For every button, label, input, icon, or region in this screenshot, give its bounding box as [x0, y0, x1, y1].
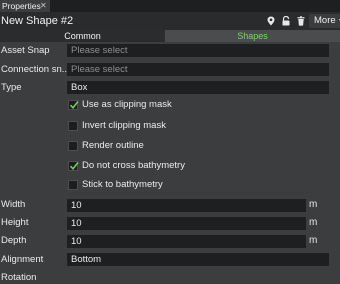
asset-snap-select[interactable]: Please select [67, 44, 329, 57]
tab-properties[interactable]: Properties ✕ [0, 0, 50, 12]
height-input[interactable]: 10 [67, 217, 306, 230]
unlock-icon[interactable] [281, 15, 291, 26]
invert-clipping-mask-label: Invert clipping mask [82, 120, 166, 131]
asset-snap-label: Asset Snap [1, 45, 50, 56]
page-title: New Shape #2 [1, 15, 74, 27]
render-outline-label: Render outline [82, 140, 144, 151]
connection-snap-label: Connection sn... [1, 64, 70, 75]
alignment-select[interactable]: Bottom [67, 253, 329, 266]
connection-snap-select[interactable]: Please select [67, 63, 329, 76]
height-unit: m [309, 217, 318, 228]
close-icon[interactable]: ✕ [40, 0, 47, 12]
type-select[interactable]: Box [67, 81, 329, 94]
width-label: Width [1, 199, 26, 210]
checkmark-icon [69, 162, 79, 171]
stick-to-bathymetry-label: Stick to bathymetry [82, 179, 163, 190]
panel-header: New Shape #2 More▼ [0, 12, 340, 30]
panel-tab-bar: Properties ✕ [0, 0, 340, 12]
stick-to-bathymetry-checkbox[interactable] [68, 180, 78, 190]
do-not-cross-bathymetry-checkbox[interactable] [68, 161, 79, 171]
checkmark-icon [69, 101, 79, 110]
type-label: Type [1, 82, 22, 93]
rotation-label: Rotation [1, 272, 37, 283]
depth-label: Depth [1, 235, 27, 246]
location-pin-icon[interactable] [266, 16, 276, 26]
trash-icon[interactable] [296, 16, 306, 26]
render-outline-checkbox[interactable] [68, 141, 78, 151]
depth-input[interactable]: 10 [67, 235, 306, 248]
tab-common[interactable]: Common [0, 30, 165, 42]
width-input[interactable]: 10 [67, 199, 306, 212]
width-unit: m [309, 199, 318, 210]
height-label: Height [1, 217, 29, 228]
depth-unit: m [309, 235, 318, 246]
more-label: More [314, 15, 336, 26]
tab-properties-label: Properties [2, 1, 41, 11]
do-not-cross-bathymetry-label: Do not cross bathymetry [82, 160, 185, 171]
more-button[interactable]: More▼ [309, 14, 340, 28]
alignment-label: Alignment [1, 254, 44, 265]
tab-shapes[interactable]: Shapes [165, 30, 340, 42]
invert-clipping-mask-checkbox[interactable] [68, 121, 78, 131]
use-clipping-mask-checkbox[interactable] [68, 100, 79, 110]
use-clipping-mask-label: Use as clipping mask [82, 99, 172, 110]
